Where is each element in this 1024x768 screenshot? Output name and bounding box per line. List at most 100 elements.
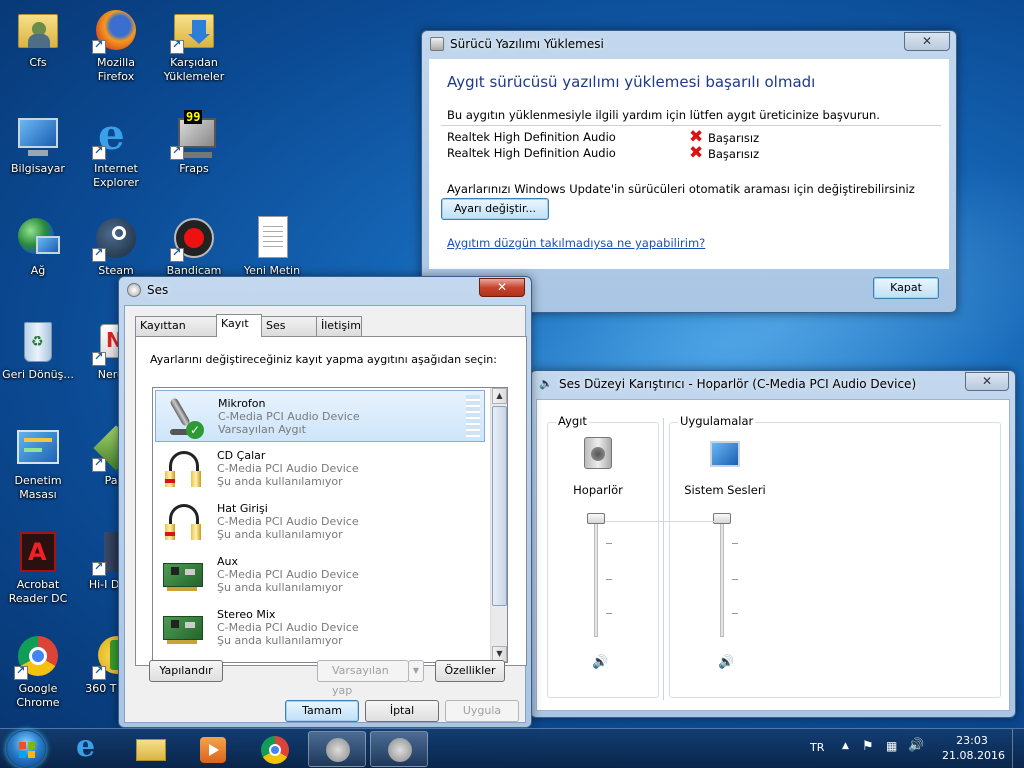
recording-device-list[interactable]: ✓ Mikrofon C-Media PCI Audio Device Vars… [152, 387, 508, 663]
app-volume-track[interactable] [720, 519, 724, 637]
desktop-icon-chrome[interactable]: Google Chrome [0, 632, 76, 710]
mixer-title: Ses Düzeyi Karıştırıcı - Hoparlör (C-Med… [559, 377, 917, 391]
system-sounds-icon[interactable] [710, 441, 740, 467]
recording-tab-panel: Ayarlarını değiştireceğiniz kayıt yapma … [135, 336, 527, 666]
desktop-icon-cfs[interactable]: Cfs [0, 6, 76, 70]
taskbar-ie-button[interactable]: e [60, 729, 118, 767]
desktop-icon-network[interactable]: Ağ [0, 214, 76, 278]
speaker-device-icon[interactable] [584, 437, 612, 469]
device-volume-track[interactable] [594, 519, 598, 637]
network-globe-icon [14, 214, 62, 262]
shortcut-arrow-icon [14, 664, 28, 680]
driver-window-content: Aygıt sürücüsü yazılımı yüklemesi başarı… [429, 59, 949, 269]
driver-close-button[interactable]: Kapat [873, 277, 939, 299]
group-divider [663, 418, 664, 700]
sound-dialog-window: Ses ✕ Kayıttan Yürüt Kayıt Ses Efekti İl… [118, 276, 532, 728]
app-volume-thumb[interactable] [713, 513, 731, 524]
desktop-icon-acrobat[interactable]: A Acrobat Reader DC [0, 528, 76, 606]
taskbar-sound-button[interactable] [308, 731, 366, 767]
tab-sound-effects[interactable]: Ses Efekti [261, 316, 317, 350]
text-document-icon [248, 214, 296, 262]
speaker-icon: 🔈 [539, 377, 553, 390]
taskbar-explorer-button[interactable] [122, 731, 180, 767]
recycle-bin-icon: ♻ [14, 318, 62, 366]
driver-window-titlebar[interactable]: Sürücü Yazılımı Yüklemesi ✕ [422, 31, 956, 57]
scroll-up-arrow-icon[interactable]: ▲ [492, 388, 507, 404]
scrollbar-thumb[interactable] [492, 406, 507, 606]
network-icon[interactable]: ▦ [886, 739, 897, 753]
apply-button[interactable]: Uygula [445, 700, 519, 722]
media-player-icon [200, 737, 226, 763]
list-item-microphone[interactable]: ✓ Mikrofon C-Media PCI Audio Device Vars… [155, 390, 485, 442]
start-button[interactable] [6, 730, 46, 768]
desktop-icon-downloads[interactable]: Karşıdan Yüklemeler [156, 6, 232, 84]
device-driver: C-Media PCI Audio Device [217, 462, 359, 475]
speaker-icon [326, 738, 350, 762]
troubleshoot-link[interactable]: Aygıtım düzgün takılmadıysa ne yapabilir… [447, 236, 705, 250]
shortcut-arrow-icon [92, 38, 106, 54]
device-list-scrollbar[interactable]: ▲ ▼ [490, 388, 507, 662]
tab-playback[interactable]: Kayıttan Yürüt [135, 316, 217, 350]
list-item-cd-player[interactable]: CD Çalar C-Media PCI Audio Device Şu and… [155, 443, 485, 495]
sound-card-icon [161, 553, 205, 597]
chrome-icon [261, 736, 289, 764]
mixer-titlebar[interactable]: 🔈 Ses Düzeyi Karıştırıcı - Hoparlör (C-M… [531, 371, 1015, 397]
desktop-icon-fraps[interactable]: 99 Fraps [156, 110, 232, 176]
device-group-label: Aygıt [556, 414, 589, 428]
applications-group-label: Uygulamalar [678, 414, 756, 428]
rca-cable-icon [161, 447, 205, 491]
tray-expand-chevron-icon[interactable]: ▲ [842, 741, 849, 751]
desktop-icon-ie[interactable]: e Internet Explorer [78, 112, 154, 190]
change-settings-button[interactable]: Ayarı değiştir... [441, 198, 549, 220]
sound-dialog-titlebar[interactable]: Ses ✕ [119, 277, 531, 303]
desktop-icon-new-text[interactable]: Yeni Metin [234, 214, 310, 278]
show-desktop-button[interactable] [1012, 729, 1024, 768]
desktop-icon-bandicam[interactable]: Bandicam [156, 214, 232, 278]
clock-time[interactable]: 23:03 [946, 734, 998, 747]
driver-device-name: Realtek High Definition Audio [447, 130, 616, 144]
shortcut-arrow-icon [92, 560, 106, 576]
internet-explorer-icon: e [92, 112, 140, 160]
ok-button[interactable]: Tamam [285, 700, 359, 722]
device-volume-thumb[interactable] [587, 513, 605, 524]
properties-button[interactable]: Özellikler [435, 660, 505, 682]
error-x-icon: ✖ [689, 143, 704, 163]
set-default-button[interactable]: Varsayılan yap [317, 660, 409, 697]
sound-dialog-close-button[interactable]: ✕ [479, 278, 525, 297]
taskbar-chrome-button[interactable] [246, 731, 304, 767]
device-name: CD Çalar [217, 449, 266, 462]
desktop-icon-control-panel[interactable]: Denetim Masası [0, 424, 76, 502]
mixer-close-button[interactable]: ✕ [965, 372, 1009, 391]
shortcut-arrow-icon [170, 38, 184, 54]
tab-communications[interactable]: İletişim [316, 316, 362, 336]
tab-recording[interactable]: Kayıt [216, 314, 262, 337]
device-mute-speaker-icon[interactable]: 🔊 [592, 655, 608, 670]
driver-device-status: Başarısız [708, 131, 760, 145]
cancel-button[interactable]: İptal [365, 700, 439, 722]
taskbar-media-button[interactable] [184, 731, 242, 767]
device-installer-icon [430, 37, 444, 51]
list-item-line-in[interactable]: Hat Girişi C-Media PCI Audio Device Şu a… [155, 496, 485, 548]
action-center-flag-icon[interactable]: ⚑ [862, 739, 874, 754]
driver-device-status: Başarısız [708, 147, 760, 161]
list-item-aux[interactable]: Aux C-Media PCI Audio Device Şu anda kul… [155, 549, 485, 601]
list-item-stereo-mix[interactable]: Stereo Mix C-Media PCI Audio Device Şu a… [155, 602, 485, 654]
device-name: Hat Girişi [217, 502, 268, 515]
taskbar-mixer-button[interactable] [370, 731, 428, 767]
desktop-icon-computer[interactable]: Bilgisayar [0, 112, 76, 176]
device-driver: C-Media PCI Audio Device [217, 515, 359, 528]
configure-button[interactable]: Yapılandır [149, 660, 223, 682]
clock-date[interactable]: 21.08.2016 [942, 749, 1005, 762]
steam-icon [92, 214, 140, 262]
desktop-icon-steam[interactable]: Steam [78, 214, 154, 278]
rca-cable-icon [161, 500, 205, 544]
shortcut-arrow-icon [170, 144, 184, 160]
driver-window-close-button[interactable]: ✕ [904, 32, 950, 51]
device-state: Şu anda kullanılamıyor [217, 634, 343, 647]
desktop-icon-recycle[interactable]: ♻ Geri Dönüş... [0, 318, 76, 382]
language-indicator[interactable]: TR [810, 741, 824, 754]
volume-icon[interactable]: 🔊 [908, 738, 924, 753]
desktop-icon-firefox[interactable]: Mozilla Firefox [78, 6, 154, 84]
set-default-dropdown[interactable]: ▼ [408, 660, 424, 682]
app-mute-speaker-icon[interactable]: 🔊 [718, 655, 734, 670]
